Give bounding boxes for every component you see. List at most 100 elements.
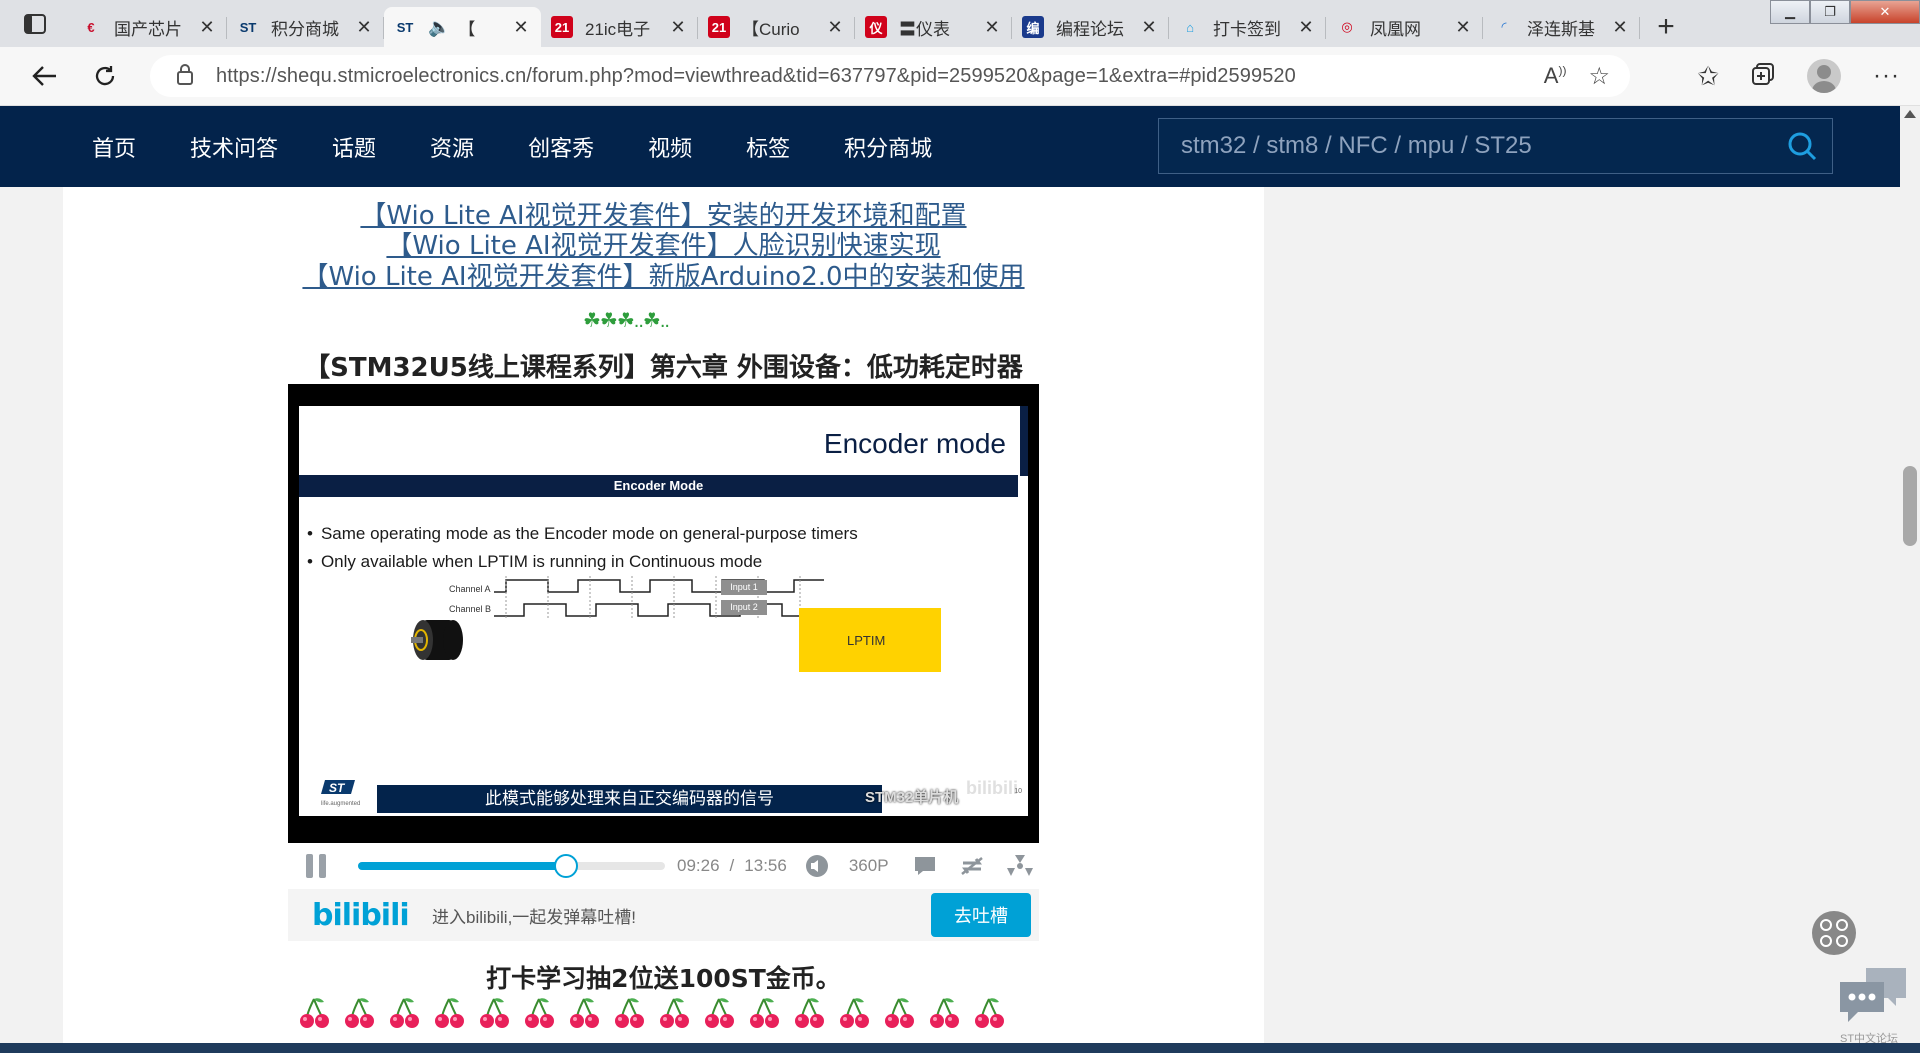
danmaku-toggle-icon[interactable] [913,855,937,877]
site-nav-bar: 首页 技术问答 话题 资源 创客秀 视频 标签 积分商城 stm32 / stm8 / NFC… [0,106,1900,187]
browser-tab[interactable]: ⌂ 打卡签到 ✕ [1169,7,1326,47]
collections-icon[interactable] [1751,62,1775,91]
profile-avatar[interactable] [1807,59,1842,93]
site-menu-item[interactable]: 标签 [746,131,790,163]
pause-button[interactable] [306,854,332,878]
cherry-icon [524,997,555,1029]
encoder-motor-icon [411,620,463,660]
tab-close-icon[interactable]: ✕ [825,17,845,38]
video-heading: 【STM32U5线上课程系列】第六章 外围设备：低功耗定时器 [304,353,1023,383]
cherry-icon [479,997,510,1029]
browser-tab[interactable]: 仪〓仪表 ✕ [855,7,1012,47]
add-favorite-icon[interactable]: ☆ [1588,62,1610,91]
browser-tab[interactable]: ST 积分商城 ✕ [227,7,384,47]
browser-tab[interactable]: € 国产芯片 ✕ [70,7,227,47]
tab-title: 打卡签到 [1213,19,1281,39]
loop-icon[interactable] [959,855,985,877]
tab-close-icon[interactable]: ✕ [1610,17,1630,38]
tab-close-icon[interactable]: ✕ [668,17,688,38]
send-danmaku-button[interactable]: 去吐槽 [931,893,1031,937]
scrollbar-thumb[interactable] [1903,466,1917,546]
phoenix-favicon-icon: ◎ [1341,19,1353,34]
page-scrollbar[interactable] [1900,106,1920,1043]
pause-icon-bar [306,854,313,878]
new-tab-button[interactable]: + [1640,7,1692,47]
favorites-icon[interactable]: ✩ [1697,61,1719,92]
read-aloud-icon[interactable]: A)) [1544,63,1567,89]
cherry-icon [839,997,870,1029]
tab-title: 〓仪表 [899,19,950,39]
bilibili-logo[interactable]: bilibili [312,898,424,933]
browser-tab[interactable]: ◜ 泽连斯基 ✕ [1483,7,1640,47]
url-text[interactable]: https://shequ.stmicroelectronics.cn/foru… [216,65,1296,88]
browser-tab[interactable]: 21 21ic电子 ✕ [541,7,698,47]
lptim-label: LPTIM [847,632,886,648]
minimize-button[interactable]: ▁ [1770,0,1810,24]
danmaku-hint[interactable]: 进入bilibili,一起发弹幕吐槽! [432,903,931,928]
tab-close-icon[interactable]: ✕ [982,17,1002,38]
tab-audio-icon[interactable]: 🔈 [428,17,450,38]
tab-title: 21ic电子 [585,19,651,39]
scroll-up-arrow-icon[interactable] [1904,110,1916,118]
red-shield-favicon-icon: 仪 [865,16,887,38]
site-menu-item[interactable]: 资源 [430,131,474,163]
chat-float-icon[interactable] [1838,966,1910,1033]
floating-menu-button[interactable] [1812,911,1856,955]
fullscreen-icon[interactable] [1006,854,1033,878]
tab-close-icon[interactable]: ✕ [1139,17,1159,38]
house-favicon-icon: ⌂ [1186,19,1194,35]
tab-close-icon[interactable]: ✕ [1296,17,1316,38]
quadrature-waveform [494,576,824,620]
video-frame[interactable]: Encoder mode Encoder Mode Same operating… [299,406,1028,816]
address-bar[interactable]: https://shequ.stmicroelectronics.cn/foru… [150,55,1630,97]
browser-tab[interactable]: ST 🔈 【 ✕ [384,7,541,47]
site-search-box[interactable]: stm32 / stm8 / NFC / mpu / ST25 [1158,118,1833,174]
site-menu-item[interactable]: 创客秀 [528,131,594,163]
back-button[interactable] [20,56,70,96]
pause-icon-bar [319,854,326,878]
site-menu-item[interactable]: 视频 [648,131,692,163]
progress-knob[interactable] [553,854,578,878]
lptim-block: LPTIM [799,608,941,672]
slide-title: Encoder mode [823,428,1006,459]
refresh-icon [95,66,115,86]
tab-close-icon[interactable]: ✕ [1453,17,1473,38]
search-input[interactable]: stm32 / stm8 / NFC / mpu / ST25 [1181,132,1772,160]
search-icon[interactable] [1772,131,1832,161]
site-menu-item[interactable]: 话题 [332,131,376,163]
progress-bar[interactable] [358,854,665,878]
menu-dot [1836,919,1848,931]
browser-tab[interactable]: ◎ 凤凰网 ✕ [1326,7,1483,47]
os-taskbar [0,1043,1920,1053]
browser-tab[interactable]: 21 【Curio ✕ [698,7,855,47]
21ic-favicon-icon: 21 [708,16,730,38]
slide-band: Encoder Mode [299,475,1018,497]
site-menu-item[interactable]: 首页 [92,131,136,163]
tab-close-icon[interactable]: ✕ [197,17,217,38]
tab-actions-menu-button[interactable] [0,0,70,47]
tab-close-icon[interactable]: ✕ [511,17,531,38]
tab-title: 泽连斯基 [1527,19,1595,39]
more-options-icon[interactable]: ··· [1873,62,1900,90]
slide-accent-bar [1020,406,1028,476]
browser-toolbar: https://shequ.stmicroelectronics.cn/foru… [0,47,1920,106]
refresh-button[interactable] [80,56,130,96]
cherry-decoration-row [299,997,1005,1029]
quality-selector[interactable]: 360P [849,856,889,876]
site-menu-item[interactable]: 积分商城 [844,131,932,163]
tab-title: 凤凰网 [1370,19,1421,39]
maximize-button[interactable]: ❐ [1810,0,1850,24]
lock-icon[interactable] [176,63,216,90]
bilibili-watermark: bilibili [966,778,1018,798]
tab-close-icon[interactable]: ✕ [354,17,374,38]
cherry-icon [434,997,465,1029]
menu-dot [1836,935,1848,947]
video-player[interactable]: Encoder mode Encoder Mode Same operating… [288,384,1039,843]
browser-tab[interactable]: 编编程论坛 ✕ [1012,7,1169,47]
progress-fill [358,862,566,870]
volume-icon[interactable] [805,854,829,878]
post-link-3[interactable]: 【Wio Lite AI视觉开发套件】新版Arduino2.0中的安装和使用 [63,256,1264,293]
st-logo: ST life.augmented [321,778,360,807]
site-menu-item[interactable]: 技术问答 [190,131,278,163]
window-close-button[interactable]: ✕ [1850,0,1920,24]
